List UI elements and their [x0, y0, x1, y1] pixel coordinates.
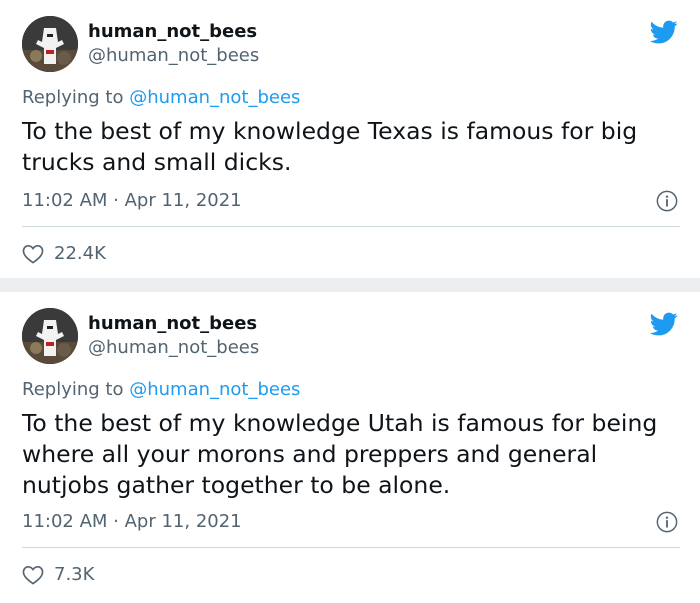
like-count: 7.3K	[54, 564, 95, 585]
avatar[interactable]	[22, 16, 78, 72]
like-count: 22.4K	[54, 243, 106, 264]
like-button[interactable]: 7.3K	[22, 564, 94, 585]
twitter-bird-icon[interactable]	[648, 18, 680, 46]
like-button[interactable]: 22.4K	[22, 243, 106, 264]
display-name[interactable]: human_not_bees	[88, 313, 257, 334]
info-icon[interactable]	[656, 511, 678, 533]
replying-to: Replying to @human_not_bees	[22, 87, 300, 108]
replying-to: Replying to @human_not_bees	[22, 379, 300, 400]
tweet-card: human_not_bees @human_not_bees Replying …	[0, 0, 700, 278]
tweet-timestamp[interactable]: 11:02 AM · Apr 11, 2021	[22, 511, 242, 532]
divider	[22, 547, 680, 548]
user-handle[interactable]: @human_not_bees	[88, 45, 259, 66]
divider	[22, 226, 680, 227]
tweet-text: To the best of my knowledge Utah is famo…	[22, 409, 658, 499]
info-icon[interactable]	[656, 190, 678, 212]
replying-prefix: Replying to	[22, 87, 124, 108]
avatar[interactable]	[22, 308, 78, 364]
heart-icon	[22, 565, 44, 585]
replying-prefix: Replying to	[22, 379, 124, 400]
user-handle[interactable]: @human_not_bees	[88, 337, 259, 358]
twitter-bird-icon[interactable]	[648, 310, 680, 338]
mention-link[interactable]: @human_not_bees	[129, 379, 300, 400]
tweet-timestamp[interactable]: 11:02 AM · Apr 11, 2021	[22, 190, 242, 211]
display-name[interactable]: human_not_bees	[88, 21, 257, 42]
tweet-text: To the best of my knowledge Texas is fam…	[22, 117, 638, 176]
tweet-card: human_not_bees @human_not_bees Replying …	[0, 292, 700, 603]
mention-link[interactable]: @human_not_bees	[129, 87, 300, 108]
heart-icon	[22, 244, 44, 264]
